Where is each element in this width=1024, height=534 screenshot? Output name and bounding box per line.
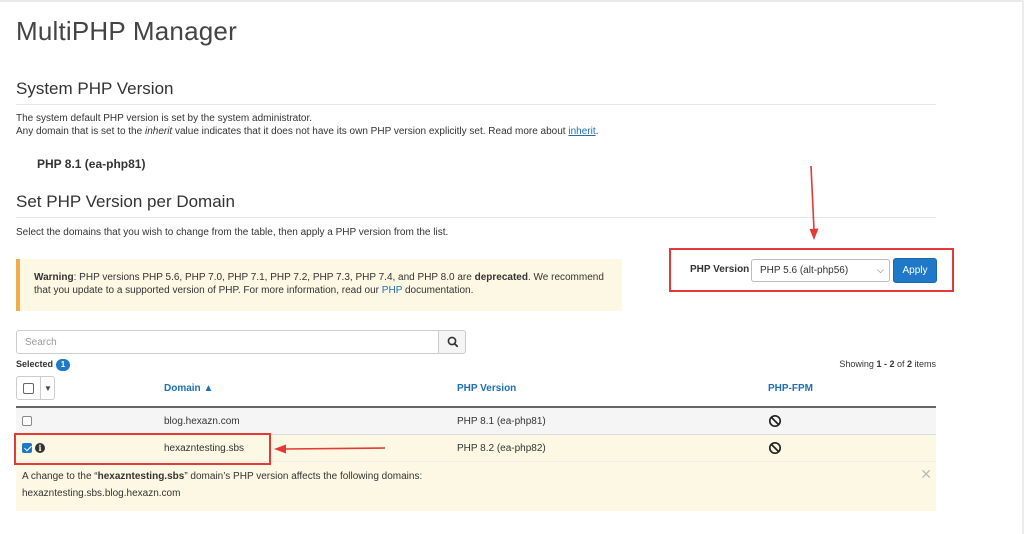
annotation-arrows [274,165,819,454]
